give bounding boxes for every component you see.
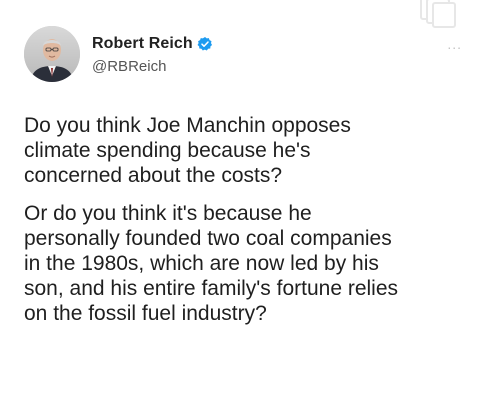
verified-badge-icon xyxy=(197,36,213,52)
avatar[interactable] xyxy=(24,26,80,82)
author-display-name[interactable]: Robert Reich xyxy=(92,35,193,53)
tweet-card: Robert Reich @RBReich ... Do you think J… xyxy=(0,0,481,412)
tweet-header: Robert Reich @RBReich ... xyxy=(24,26,464,86)
tweet-paragraph: Do you think Joe Manchin opposes climate… xyxy=(24,114,351,187)
tweet-text: Do you think Joe Manchin opposes climate… xyxy=(24,113,474,326)
more-options-icon[interactable]: ... xyxy=(447,36,462,52)
profile-photo-icon xyxy=(24,26,80,82)
author-block: Robert Reich @RBReich xyxy=(92,34,213,75)
author-handle[interactable]: @RBReich xyxy=(92,58,213,75)
tweet-paragraph: Or do you think it's because he personal… xyxy=(24,202,399,325)
name-row: Robert Reich xyxy=(92,34,213,54)
